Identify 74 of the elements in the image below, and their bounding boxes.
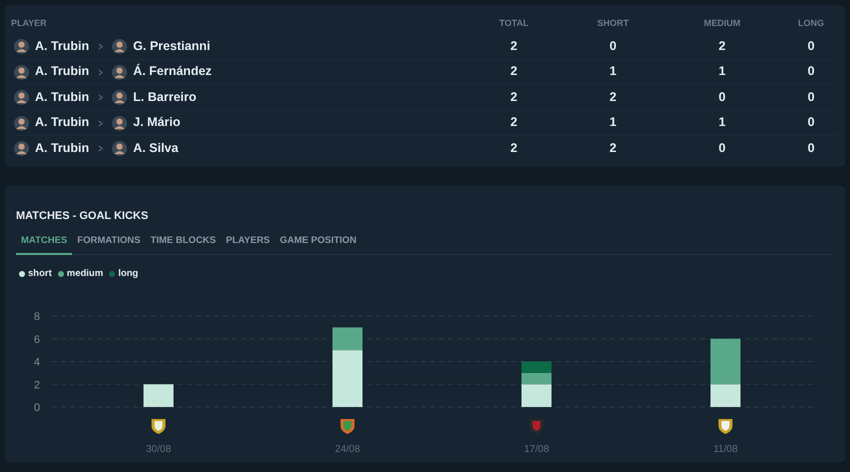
table-cell: 2 [609, 90, 616, 104]
column-header: LONG [798, 18, 824, 28]
crest-icon [152, 419, 166, 434]
x-tick-label: 17/08 [524, 444, 550, 455]
chevron-icon [98, 145, 104, 152]
column-header: TOTAL [499, 18, 528, 28]
table-cell: 1 [718, 115, 726, 130]
y-tick-label: 4 [34, 356, 40, 368]
table-cell: 0 [718, 141, 726, 156]
avatar-icon [14, 116, 29, 131]
chevron-icon [98, 120, 104, 127]
table-cell: 0 [808, 90, 815, 104]
table-cell: 2 [718, 38, 726, 53]
avatar-icon [112, 141, 128, 156]
table-cell: 2 [510, 64, 518, 78]
tab[interactable]: PLAYERS [220, 230, 275, 255]
avatar-icon [14, 38, 29, 54]
tab[interactable]: TIME BLOCKS [145, 230, 221, 255]
tab[interactable]: GAME POSITION [274, 230, 362, 255]
player-name: A. Trubin [35, 141, 90, 156]
legend-label: medium [66, 266, 104, 281]
avatar-icon [112, 90, 128, 106]
tab[interactable]: FORMATIONS [72, 230, 146, 255]
avatar-icon [14, 141, 29, 156]
player-name: A. Trubin [35, 38, 90, 53]
avatar-icon [112, 116, 128, 131]
x-tick-label: 24/08 [334, 444, 360, 455]
legend-label: short [28, 266, 52, 281]
player-name: J. Mário [133, 115, 180, 130]
bar [522, 362, 552, 373]
tab[interactable]: MATCHES [16, 230, 72, 255]
avatar-icon [112, 38, 128, 54]
table-cell: 0 [808, 38, 815, 53]
table-cell: 0 [808, 64, 815, 78]
table-cell: 2 [510, 141, 518, 156]
column-header: PLAYER [11, 18, 47, 28]
table-cell: 0 [808, 141, 815, 156]
column-header: MEDIUM [704, 18, 740, 28]
table-cell: 0 [718, 90, 726, 104]
column-header: SHORT [597, 18, 629, 28]
player-name: A. Trubin [35, 64, 90, 78]
x-tick-label: 30/08 [146, 444, 172, 455]
table-cell: 0 [609, 38, 616, 53]
table-cell: 0 [808, 115, 815, 130]
crest-icon [718, 419, 732, 434]
y-tick-label: 8 [34, 311, 40, 323]
chevron-icon [98, 94, 104, 102]
table-cell: 2 [609, 141, 616, 156]
crest-icon [340, 419, 354, 434]
x-tick-label: 11/08 [713, 444, 738, 455]
player-name: A. Silva [133, 141, 178, 156]
table-cell: 1 [609, 115, 616, 130]
player-name: L. Barreiro [133, 90, 196, 104]
avatar-icon [112, 64, 128, 80]
table-cell: 2 [510, 90, 518, 104]
panel-title: MATCHES - GOAL KICKS [16, 209, 150, 224]
player-name: A. Trubin [35, 115, 90, 130]
table-cell: 1 [609, 64, 616, 78]
bar [144, 384, 174, 407]
y-tick-label: 6 [34, 334, 40, 346]
legend-label: long [118, 266, 138, 281]
avatar-icon [14, 64, 29, 80]
player-name: G. Prestianni [133, 38, 210, 53]
player-name: Á. Fernández [133, 64, 212, 78]
y-tick-label: 2 [34, 379, 40, 392]
table-cell: 2 [510, 115, 518, 130]
y-tick-label: 0 [34, 402, 40, 414]
chevron-icon [98, 42, 104, 50]
table-cell: 1 [718, 64, 726, 78]
player-name: A. Trubin [35, 90, 90, 104]
chevron-icon [98, 68, 104, 76]
table-cell: 2 [510, 38, 518, 53]
avatar-icon [14, 90, 29, 106]
crest-icon [530, 419, 544, 434]
